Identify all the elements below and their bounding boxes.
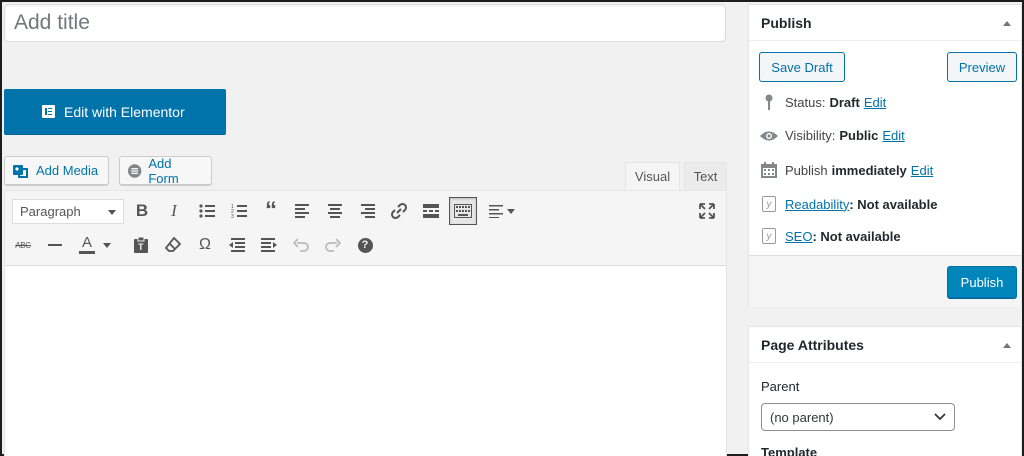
add-media-button[interactable]: Add Media: [4, 156, 109, 185]
publish-time-edit-link[interactable]: Edit: [911, 163, 933, 178]
italic-icon[interactable]: I: [160, 197, 188, 225]
readability-link[interactable]: Readability: [785, 197, 849, 212]
page-attributes-title: Page Attributes: [761, 336, 864, 353]
readability-row: y Readability : Not available: [759, 196, 937, 212]
strikethrough-icon[interactable]: ABC: [9, 231, 37, 259]
yoast-icon: y: [762, 196, 776, 212]
seo-link[interactable]: SEO: [785, 229, 812, 244]
clear-formatting-icon[interactable]: [159, 231, 187, 259]
help-glyph: ?: [357, 237, 373, 253]
visibility-label: Visibility:: [785, 128, 836, 143]
save-draft-label: Save Draft: [771, 59, 833, 75]
publish-time-value: immediately: [831, 162, 907, 178]
collapse-arrow-icon[interactable]: [1003, 343, 1011, 348]
svg-text:3: 3: [231, 214, 234, 218]
elementor-icon: [42, 105, 55, 118]
bold-icon[interactable]: B: [128, 197, 156, 225]
calendar-icon: [759, 162, 779, 178]
chevron-down-icon: [103, 243, 111, 248]
status-value: Draft: [829, 94, 860, 110]
chevron-down-icon: [108, 210, 116, 215]
format-select[interactable]: Paragraph: [12, 199, 124, 224]
publish-time-label: Publish: [785, 162, 828, 178]
visibility-edit-link[interactable]: Edit: [882, 128, 904, 143]
numbered-list-icon[interactable]: 123: [225, 197, 253, 225]
add-form-label: Add Form: [148, 155, 179, 186]
paste-text-icon[interactable]: T: [127, 231, 155, 259]
preview-label: Preview: [958, 59, 1006, 75]
page-attributes-box: Page Attributes Parent (no parent) Templ…: [748, 326, 1022, 456]
yoast-icon: y: [762, 228, 776, 244]
chevron-down-icon: [507, 209, 515, 214]
publish-time-row: Publish immediately Edit: [759, 162, 933, 178]
link-icon[interactable]: [385, 197, 413, 225]
format-select-value: Paragraph: [20, 204, 81, 219]
undo-icon[interactable]: [287, 231, 315, 259]
save-draft-button[interactable]: Save Draft: [759, 52, 845, 82]
special-character-icon[interactable]: Ω: [191, 231, 219, 259]
form-icon: [127, 163, 142, 178]
redo-icon[interactable]: [319, 231, 347, 259]
bullet-list-icon[interactable]: [193, 197, 221, 225]
parent-label: Parent: [761, 379, 800, 394]
publish-box: Publish Save Draft Preview Status: Draft…: [748, 4, 1022, 307]
align-center-icon[interactable]: [321, 197, 349, 225]
visibility-row: Visibility: Public Edit: [759, 128, 905, 143]
horizontal-line-icon[interactable]: [41, 231, 69, 259]
readability-value: : Not available: [849, 196, 938, 212]
visibility-value: Public: [839, 128, 879, 143]
indent-icon[interactable]: [255, 231, 283, 259]
text-color-icon[interactable]: A: [73, 231, 111, 259]
fullscreen-icon[interactable]: [693, 197, 721, 225]
template-label: Template: [761, 445, 818, 456]
editor: Paragraph B I 123 “ ABC A T Ω ?: [4, 190, 727, 456]
help-icon[interactable]: ?: [351, 231, 379, 259]
collapse-arrow-icon[interactable]: [1003, 21, 1011, 26]
add-media-icon: [13, 164, 28, 178]
publish-box-header[interactable]: Publish: [749, 5, 1021, 41]
edit-with-elementor-button[interactable]: Edit with Elementor: [4, 89, 226, 134]
publish-button[interactable]: Publish: [947, 266, 1017, 298]
chevron-down-icon: [934, 413, 946, 421]
readability-icon-wrap: y: [759, 196, 779, 212]
preview-button[interactable]: Preview: [947, 52, 1017, 82]
title-input[interactable]: [4, 4, 726, 42]
tab-text[interactable]: Text: [684, 162, 727, 190]
svg-text:T: T: [138, 242, 144, 252]
add-media-label: Add Media: [36, 163, 99, 178]
status-row: Status: Draft Edit: [759, 94, 886, 110]
status-label: Status:: [785, 94, 826, 110]
tab-visual[interactable]: Visual: [625, 162, 680, 190]
publish-button-label: Publish: [960, 274, 1004, 290]
seo-icon-wrap: y: [759, 228, 779, 244]
seo-value: : Not available: [812, 228, 901, 244]
read-more-icon[interactable]: [417, 197, 445, 225]
outdent-icon[interactable]: [223, 231, 251, 259]
elementor-button-label: Edit with Elementor: [64, 103, 185, 120]
publish-box-title: Publish: [761, 14, 812, 31]
text-color-glyph: A: [81, 234, 92, 251]
status-edit-link[interactable]: Edit: [864, 95, 886, 110]
tab-visual-label: Visual: [634, 169, 671, 184]
add-form-button[interactable]: Add Form: [119, 155, 212, 186]
pin-icon: [759, 94, 779, 110]
parent-select[interactable]: (no parent): [761, 403, 955, 431]
eye-icon: [759, 130, 779, 142]
align-right-icon[interactable]: [353, 197, 381, 225]
editor-toolbar: Paragraph B I 123 “ ABC A T Ω ?: [5, 191, 726, 266]
tab-text-label: Text: [693, 169, 718, 184]
align-dropdown-icon[interactable]: [483, 197, 515, 225]
parent-select-value: (no parent): [770, 409, 834, 425]
text-color-swatch: [79, 251, 95, 254]
blockquote-icon[interactable]: “: [257, 197, 285, 225]
page-attributes-header[interactable]: Page Attributes: [749, 327, 1021, 363]
toolbar-toggle-icon[interactable]: [449, 197, 477, 225]
seo-row: y SEO : Not available: [759, 228, 901, 244]
align-left-icon[interactable]: [289, 197, 317, 225]
editor-content-area[interactable]: [5, 266, 726, 456]
